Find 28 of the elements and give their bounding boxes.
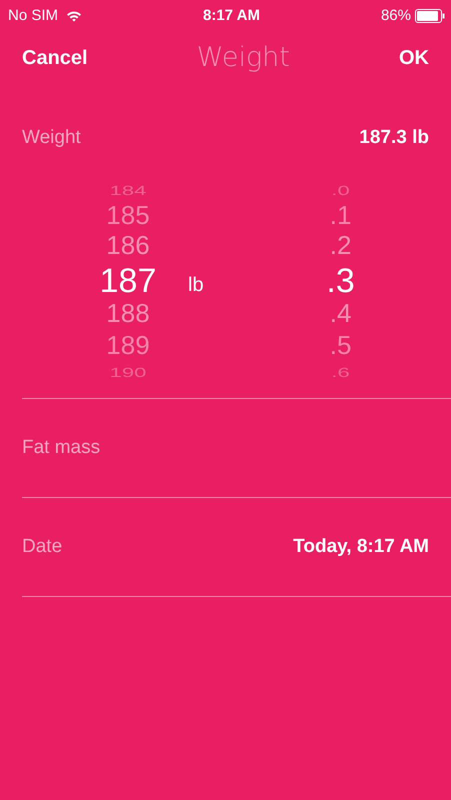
field-value: 187.3 lb	[359, 126, 429, 150]
picker-item[interactable]: .0	[331, 184, 350, 198]
picker-item[interactable]: 189	[106, 332, 150, 362]
picker-item[interactable]: .3	[326, 264, 355, 300]
picker-item[interactable]: .4	[330, 300, 352, 332]
picker-item[interactable]: 187	[100, 264, 156, 300]
time-text: 8:17 AM	[203, 6, 260, 26]
unit-label: lb	[188, 273, 204, 298]
picker-item[interactable]: 190	[110, 366, 146, 380]
picker-item[interactable]: 188	[106, 300, 150, 332]
picker-item[interactable]: .2	[330, 232, 352, 264]
cancel-button[interactable]: Cancel	[22, 43, 88, 73]
field-label: Weight	[22, 126, 81, 150]
picker-item[interactable]: .5	[330, 332, 352, 362]
field-label: Fat mass	[22, 436, 100, 460]
field-label: Date	[22, 534, 62, 559]
screen-title: Weight	[196, 40, 290, 75]
carrier-text: No SIM	[8, 6, 58, 26]
picker-item[interactable]: 186	[106, 232, 150, 264]
picker-item[interactable]: 185	[106, 202, 150, 232]
picker-item[interactable]: .1	[330, 202, 352, 232]
battery-icon	[414, 9, 445, 23]
field-value[interactable]: Today, 8:17 AM	[293, 532, 429, 562]
picker-item[interactable]: 184	[110, 184, 146, 198]
battery-text: 86%	[380, 6, 411, 26]
wifi-icon	[66, 10, 82, 22]
ok-button[interactable]: OK	[398, 43, 429, 73]
picker-item[interactable]: .6	[331, 366, 350, 380]
